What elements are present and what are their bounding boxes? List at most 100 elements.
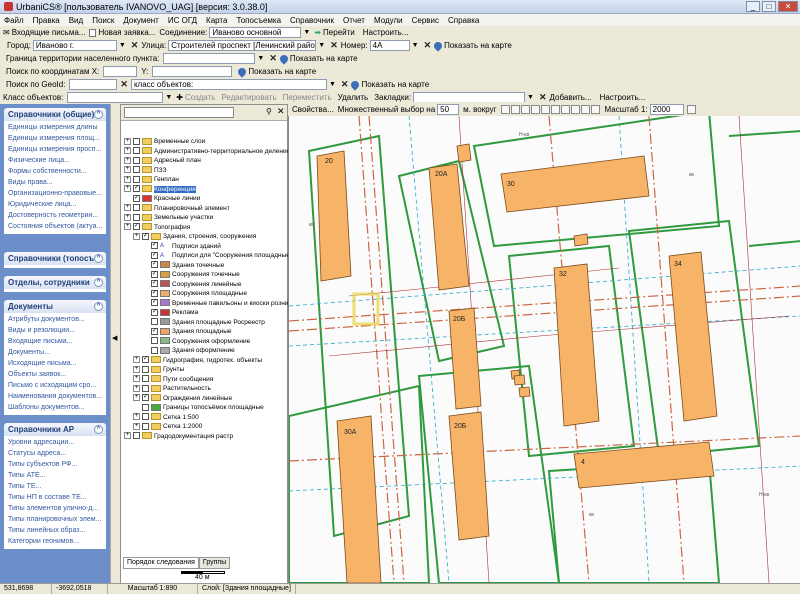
print-icon[interactable] [590, 104, 600, 114]
layer-tree-node[interactable]: + ✓ Ограждения линейные [124, 394, 286, 404]
expand-icon[interactable] [142, 308, 149, 316]
sidebar-section-header[interactable]: Справочники (топосъе ^ [4, 252, 106, 265]
chevron-down-icon[interactable]: ▼ [119, 42, 126, 49]
settings-button[interactable]: Настроить... [600, 93, 646, 102]
sidebar-item[interactable]: Единицы измерения площ... [8, 133, 106, 144]
add-bookmark-button[interactable]: Добавить... [550, 93, 592, 102]
layer-checkbox[interactable]: ✓ [133, 194, 140, 202]
sidebar-item[interactable]: Исходящие письма... [8, 358, 106, 369]
layer-tree-node[interactable]: + Адресный план [124, 156, 286, 166]
expand-icon[interactable]: + [133, 356, 140, 364]
menu-item[interactable]: Отчет [343, 16, 365, 25]
class-select[interactable] [67, 91, 164, 103]
layer-tree-node[interactable]: + Временные слои [124, 137, 286, 147]
select-icon[interactable] [560, 104, 570, 114]
sidebar-item[interactable]: Входящие письма... [8, 336, 106, 347]
menu-item[interactable]: Карта [206, 16, 227, 25]
zoom-box-icon[interactable] [530, 104, 540, 114]
sidebar-item[interactable]: Типы субъектов РФ... [8, 459, 106, 470]
menu-item[interactable]: Модули [374, 16, 403, 25]
layer-tree-node[interactable]: + Земельные участки [124, 213, 286, 223]
info-icon[interactable] [570, 104, 580, 114]
expand-icon[interactable]: + [133, 365, 140, 373]
sidebar-section-header[interactable]: Справочники АР ^ [4, 423, 106, 436]
chevron-up-icon[interactable]: ^ [94, 278, 103, 287]
menu-item[interactable]: Сервис [412, 16, 439, 25]
clear-icon[interactable]: ✕ [330, 40, 338, 51]
layer-checkbox[interactable]: ✓ [151, 270, 158, 278]
layer-tree-node[interactable]: Здания оформление [124, 346, 286, 356]
chevron-down-icon[interactable]: ▼ [318, 42, 325, 49]
sidebar-item[interactable]: Состояния объектов (актуа... [8, 221, 106, 232]
layer-tree-node[interactable]: + ✓ Здания, строения, сооружения [124, 232, 286, 242]
layer-checkbox[interactable] [142, 413, 149, 421]
layer-checkbox[interactable] [142, 365, 149, 373]
expand-icon[interactable] [142, 299, 149, 307]
layer-checkbox[interactable] [151, 337, 158, 345]
layer-tree-node[interactable]: + ПЗЗ [124, 166, 286, 176]
layer-tree-node[interactable]: + Генплан [124, 175, 286, 185]
sidebar-item[interactable]: Типы планировочных элем... [8, 514, 106, 525]
connection-select[interactable]: Иваново основной [209, 27, 302, 38]
expand-icon[interactable] [142, 289, 149, 297]
zoom-in-icon[interactable] [510, 104, 520, 114]
layer-tree-node[interactable]: + Градодокументация растр [124, 432, 286, 442]
show-on-map-button[interactable]: Показать на карте [361, 80, 429, 89]
apply-scale-icon[interactable] [686, 104, 696, 114]
pan-icon[interactable] [500, 104, 510, 114]
sidebar-section-header[interactable]: Справочники (общие) ^ [4, 108, 106, 121]
layer-checkbox[interactable]: ✓ [151, 251, 158, 259]
close-icon[interactable]: ✕ [778, 1, 798, 12]
expand-icon[interactable]: + [124, 147, 131, 155]
menu-item[interactable]: Файл [4, 16, 24, 25]
layer-checkbox[interactable]: ✓ [151, 280, 158, 288]
layer-checkbox[interactable]: ✓ [133, 223, 140, 231]
layer-tree-node[interactable]: ✓ Сооружения точечные [124, 270, 286, 280]
chevron-up-icon[interactable]: ^ [94, 302, 103, 311]
sidebar-item[interactable]: Статусы адреса... [8, 448, 106, 459]
sidebar-item[interactable]: Объекты заявок... [8, 369, 106, 380]
settings-button[interactable]: Настроить... [363, 28, 409, 37]
close-search-icon[interactable]: ✕ [277, 106, 285, 117]
map-canvas[interactable]: 20 20А 30 32 34 20Б 20Б 30А 4 Н-кв кв кв кв Н-кв [288, 116, 800, 583]
menu-item[interactable]: Поиск [92, 16, 114, 25]
sidebar-item[interactable]: Типы линейных образ... [8, 525, 106, 536]
layer-tree-node[interactable]: + ✓ Топография [124, 223, 286, 233]
layer-checkbox[interactable]: ✓ [151, 299, 158, 307]
sidebar-item[interactable]: Типы элементов улично-д... [8, 503, 106, 514]
chevron-down-icon[interactable]: ▼ [165, 94, 172, 101]
layer-tree-node[interactable]: Сооружения оформление [124, 337, 286, 347]
map-svg[interactable]: 20 20А 30 32 34 20Б 20Б 30А 4 Н-кв кв кв кв Н-кв [289, 116, 800, 583]
layer-checkbox[interactable] [133, 204, 140, 212]
sidebar-item[interactable]: Физические лица... [8, 155, 106, 166]
expand-icon[interactable]: + [124, 137, 131, 145]
sidebar-item[interactable]: Типы ТЕ... [8, 481, 106, 492]
expand-icon[interactable]: + [124, 223, 131, 231]
create-button[interactable]: Создать [185, 93, 215, 102]
expand-icon[interactable]: + [133, 413, 140, 421]
layer-tree-node[interactable]: + ✓ Конференция [124, 185, 286, 195]
zoom-out-icon[interactable] [520, 104, 530, 114]
y-field[interactable] [152, 66, 233, 77]
number-field[interactable]: 4А [369, 40, 410, 51]
border-field[interactable] [163, 53, 256, 64]
layer-tree-node[interactable]: + ✓ Гидрография, гидротех. объекты [124, 356, 286, 366]
expand-icon[interactable]: + [124, 175, 131, 183]
layer-tree-node[interactable]: + Пути сообщения [124, 375, 286, 385]
expand-icon[interactable] [142, 346, 149, 354]
collapse-icon[interactable]: ◀ [112, 334, 117, 342]
menu-item[interactable]: Справочник [290, 16, 334, 25]
expand-icon[interactable] [133, 403, 140, 411]
layer-checkbox[interactable]: ✓ [142, 394, 149, 402]
object-class-field[interactable]: класс объектов: [130, 79, 327, 90]
layer-checkbox[interactable] [133, 147, 140, 155]
properties-button[interactable]: Свойства... [292, 105, 334, 114]
layer-tree-node[interactable]: ✓ Красные линии [124, 194, 286, 204]
layer-checkbox[interactable] [151, 346, 158, 354]
sidebar-item[interactable]: Документы... [8, 347, 106, 358]
expand-icon[interactable]: + [124, 185, 131, 193]
layer-checkbox[interactable] [142, 403, 149, 411]
layer-checkbox[interactable] [133, 175, 140, 183]
layer-tree-node[interactable]: + Растительность [124, 384, 286, 394]
layer-checkbox[interactable]: ✓ [151, 327, 158, 335]
